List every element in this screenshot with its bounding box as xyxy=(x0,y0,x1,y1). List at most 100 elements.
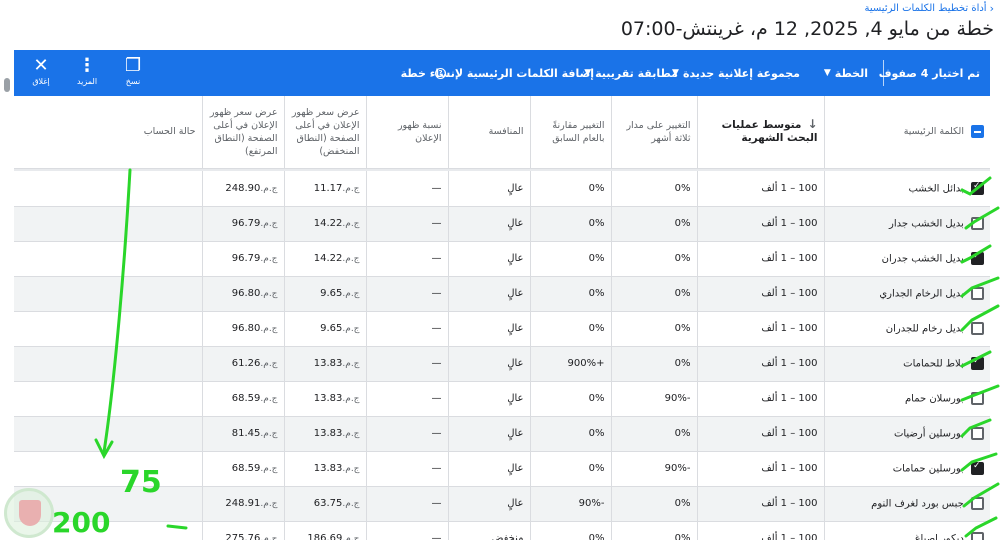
currency-label: ج.م. xyxy=(342,254,360,264)
row-checkbox[interactable] xyxy=(971,287,984,300)
keyword-text[interactable]: بديل الخشب جدار xyxy=(889,219,964,230)
cell-bid-low: ج.م.9.65 xyxy=(284,311,367,347)
col-avg-searches[interactable]: ↓متوسط عمليات البحث الشهرية xyxy=(697,96,825,169)
row-checkbox[interactable] xyxy=(971,217,984,230)
caret-down-icon: ▼ xyxy=(823,68,831,78)
currency-label: ج.م. xyxy=(260,359,278,369)
select-all-checkbox[interactable] xyxy=(971,125,984,139)
cell-bid-low: ج.م.11.17 xyxy=(284,171,367,207)
col-keyword[interactable]: الكلمة الرئيسية xyxy=(824,96,990,169)
cell-keyword[interactable]: بديل الخشب جدران xyxy=(824,241,990,277)
cell-keyword[interactable]: بورسلين أرضيات xyxy=(824,416,990,452)
table-row[interactable]: بديل الرخام الجداري 100 – 1 ألف 0% 0% عالٍ — ج… xyxy=(14,276,990,312)
cell-keyword[interactable]: بديل الرخام الجداري xyxy=(824,276,990,312)
table-header-row: الكلمة الرئيسية ↓متوسط عمليات البحث الشه… xyxy=(14,96,990,169)
cell-account-status xyxy=(14,381,203,417)
row-checkbox[interactable] xyxy=(971,461,984,475)
col-three-month[interactable]: التغيير على مدار ثلاثة أشهر xyxy=(611,96,698,169)
row-checkbox[interactable] xyxy=(971,322,984,335)
cell-bid-low: ج.م.63.75 xyxy=(284,486,367,522)
table-row[interactable]: بورسلين أرضيات 100 – 1 ألف 0% 0% عالٍ — ج.م.13… xyxy=(14,416,990,452)
table-row[interactable]: بديل الخشب جدار 100 – 1 ألف 0% 0% عالٍ — ج.م.1… xyxy=(14,206,990,242)
row-checkbox[interactable] xyxy=(971,392,984,405)
cell-yoy: 0% xyxy=(530,311,612,347)
cell-account-status xyxy=(14,346,203,382)
keyword-text[interactable]: جبس بورد لغرف النوم xyxy=(871,499,964,510)
keyword-text[interactable]: بديل رخام للجدران xyxy=(886,324,964,335)
table-row[interactable]: بدائل الخشب100 – 1 ألف0%0%عالٍ—ج.م.11.17… xyxy=(14,171,990,207)
copy-icon: ❐ xyxy=(124,55,142,76)
cell-impression-share: — xyxy=(366,206,449,242)
cell-yoy: 0% xyxy=(530,241,612,277)
table-row[interactable]: بديل رخام للجدران 100 – 1 ألف 0% 0% عالٍ — ج.م… xyxy=(14,311,990,347)
new-ad-group-dropdown[interactable]: مجموعة إعلانية جديدة ▼ xyxy=(672,50,800,96)
col-account-status[interactable]: حالة الحساب xyxy=(14,96,203,169)
cell-impression-share: — xyxy=(366,241,449,277)
add-keywords-button[interactable]: إضافة الكلمات الرئيسية لإنشاء خطة xyxy=(401,50,594,96)
cell-three-month: 0% xyxy=(611,521,698,540)
cell-keyword[interactable]: بلاط للحمامات xyxy=(824,346,990,382)
cell-three-month: 0% xyxy=(611,311,698,347)
table-row[interactable]: بديل الخشب جدران100 – 1 ألف0%0%عالٍ—ج.م.… xyxy=(14,241,990,277)
more-button[interactable]: ⋮ المزيد xyxy=(70,55,104,86)
table-row[interactable]: بورسلان حمام 100 – 1 ألف -90% 0% عالٍ — ج.م.13… xyxy=(14,381,990,417)
bid-high-value: 96.80 xyxy=(231,288,261,299)
keyword-text[interactable]: ديكور اصباغ xyxy=(915,534,964,540)
close-button[interactable]: ✕ إغلاق xyxy=(24,55,58,86)
copy-button[interactable]: ❐ نسخ xyxy=(116,55,150,86)
cell-avg-searches: 100 – 1 ألف xyxy=(697,276,825,312)
keyword-text[interactable]: بديل الخشب جدران xyxy=(882,254,964,265)
row-checkbox[interactable] xyxy=(971,497,984,510)
cell-bid-high: ج.م.275.76 xyxy=(202,521,285,540)
col-yoy[interactable]: التغيير مقارنةً بالعام السابق xyxy=(530,96,612,169)
keyword-text[interactable]: بورسلان حمام xyxy=(905,394,964,405)
row-checkbox[interactable] xyxy=(971,356,984,370)
row-checkbox[interactable] xyxy=(971,251,984,265)
currency-label: ج.م. xyxy=(342,324,360,334)
cell-keyword[interactable]: بديل الخشب جدار xyxy=(824,206,990,242)
col-bid-low[interactable]: عرض سعر ظهور الإعلان في أعلى الصفحة (الن… xyxy=(284,96,367,169)
scrollbar-thumb[interactable] xyxy=(4,78,10,92)
cell-keyword[interactable]: ديكور اصباغ xyxy=(824,521,990,540)
cell-impression-share: — xyxy=(366,276,449,312)
breadcrumb[interactable]: ‹ أداة تخطيط الكلمات الرئيسية xyxy=(865,2,995,15)
col-competition[interactable]: المنافسة xyxy=(448,96,531,169)
keyword-text[interactable]: بلاط للحمامات xyxy=(903,359,964,370)
cell-avg-searches: 100 – 1 ألف xyxy=(697,486,825,522)
bid-low-value: 9.65 xyxy=(320,288,343,299)
match-type-dropdown[interactable]: مطابقة تقريبية ▼ xyxy=(584,50,678,96)
cell-impression-share: — xyxy=(366,451,449,487)
currency-label: ج.م. xyxy=(260,254,278,264)
cell-keyword[interactable]: بورسلين حمامات xyxy=(824,451,990,487)
cell-bid-high: ج.م.61.26 xyxy=(202,346,285,382)
col-impression-share[interactable]: نسبة ظهور الإعلان xyxy=(366,96,449,169)
currency-label: ج.م. xyxy=(342,429,360,439)
cell-impression-share: — xyxy=(366,171,449,207)
cell-keyword[interactable]: بدائل الخشب xyxy=(824,171,990,207)
cell-keyword[interactable]: بورسلان حمام xyxy=(824,381,990,417)
table-row[interactable]: بورسلين حمامات100 – 1 ألف-90%0%عالٍ—ج.م.… xyxy=(14,451,990,487)
keyword-text[interactable]: بديل الرخام الجداري xyxy=(879,289,963,300)
bid-low-value: 13.83 xyxy=(313,428,343,439)
help-icon[interactable]: ? xyxy=(435,50,446,96)
table-row[interactable]: جبس بورد لغرف النوم 100 – 1 ألف 0% -90% عالٍ… xyxy=(14,486,990,522)
keyword-text[interactable]: بورسلين أرضيات xyxy=(894,429,964,440)
cell-avg-searches: 100 – 1 ألف xyxy=(697,171,825,207)
col-bid-high[interactable]: عرض سعر ظهور الإعلان في أعلى الصفحة (الن… xyxy=(202,96,285,169)
cell-keyword[interactable]: بديل رخام للجدران xyxy=(824,311,990,347)
cell-keyword[interactable]: جبس بورد لغرف النوم xyxy=(824,486,990,522)
table-row[interactable]: بلاط للحمامات100 – 1 ألف0%+900%عالٍ—ج.م.… xyxy=(14,346,990,382)
plan-dropdown[interactable]: الخطة ▼ xyxy=(824,50,868,96)
keyword-text[interactable]: بورسلين حمامات xyxy=(893,464,964,475)
cell-competition: عالٍ xyxy=(448,451,531,487)
cell-yoy: 0% xyxy=(530,451,612,487)
row-checkbox[interactable] xyxy=(971,181,984,195)
keyword-text[interactable]: بدائل الخشب xyxy=(908,183,963,194)
row-checkbox[interactable] xyxy=(971,532,984,540)
sort-arrow-icon[interactable]: ↓ xyxy=(807,117,817,131)
more-vert-icon: ⋮ xyxy=(78,55,96,76)
bid-high-value: 96.79 xyxy=(231,253,261,264)
row-checkbox[interactable] xyxy=(971,427,984,440)
breadcrumb-link[interactable]: أداة تخطيط الكلمات الرئيسية xyxy=(865,3,987,14)
table-row[interactable]: ديكور اصباغ 100 – 1 ألف 0% 0% منخفض — ج.م.186.… xyxy=(14,521,990,540)
